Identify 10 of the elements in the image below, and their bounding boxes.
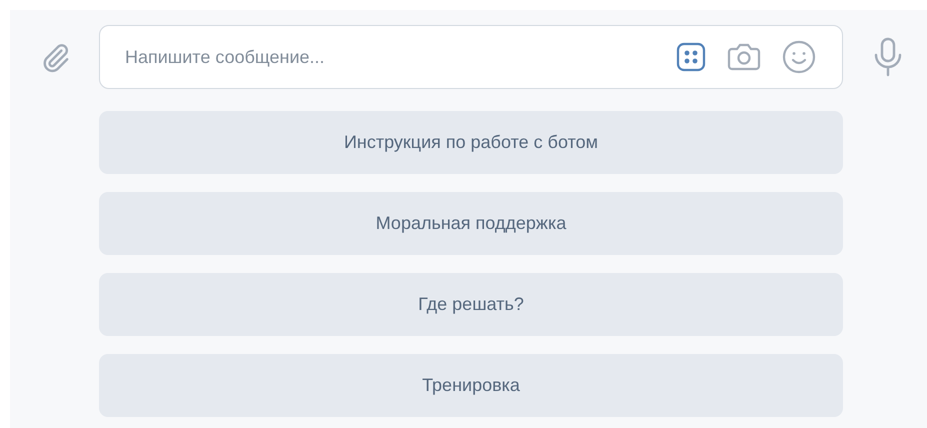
keyboard-grid-icon[interactable]	[676, 42, 706, 72]
message-input[interactable]: Напишите сообщение...	[123, 46, 656, 68]
message-field[interactable]: Напишите сообщение...	[99, 25, 843, 89]
smiley-icon[interactable]	[782, 40, 816, 74]
keyboard-button[interactable]: Инструкция по работе с ботом	[99, 111, 843, 174]
camera-icon[interactable]	[726, 42, 762, 72]
microphone-icon[interactable]	[873, 37, 903, 77]
keyboard-button[interactable]: Где решать?	[99, 273, 843, 336]
keyboard-button[interactable]: Моральная поддержка	[99, 192, 843, 255]
keyboard-button[interactable]: Тренировка	[99, 354, 843, 417]
